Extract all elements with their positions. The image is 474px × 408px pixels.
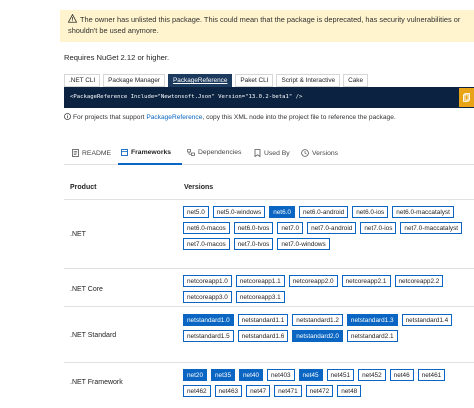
framework-chip[interactable]: netcoreapp2.1 <box>341 275 391 287</box>
framework-chip[interactable]: netstandard1.6 <box>237 330 289 342</box>
info-prefix: For projects that support <box>73 114 147 121</box>
warning-text: The owner has unlisted this package. Thi… <box>68 15 461 35</box>
table-row-divider <box>64 306 474 307</box>
tab-used-by[interactable]: Used By <box>254 149 290 157</box>
framework-chip[interactable]: netstandard1.4 <box>401 314 453 326</box>
versions-column-header: Versions <box>184 184 214 191</box>
dependencies-icon <box>187 149 195 156</box>
framework-chip[interactable]: netcoreapp1.0 <box>183 275 232 287</box>
package-reference-link[interactable]: PackageReference <box>146 114 202 121</box>
framework-chips-dotnet-standard: netstandard1.0 netstandard1.1 netstandard1… <box>183 314 473 342</box>
framework-chip[interactable]: net7.0-macos <box>183 238 230 250</box>
tab-script-interactive[interactable]: Script & Interactive <box>276 74 341 87</box>
framework-chips-dotnet: net5.0 net5.0-windows net6.0 net6.0-android… <box>183 206 473 250</box>
framework-chip[interactable]: net7.0 <box>277 222 304 234</box>
history-icon <box>301 149 309 157</box>
framework-chip[interactable]: netcoreapp2.0 <box>288 275 338 287</box>
copy-icon <box>463 93 470 102</box>
framework-chip[interactable]: net7.0-ios <box>360 222 397 234</box>
framework-chip[interactable]: net46 <box>389 369 414 381</box>
framework-chip[interactable]: net7.0-maccatalyst <box>400 222 463 234</box>
framework-chip[interactable]: netstandard1.1 <box>237 314 289 326</box>
framework-chip[interactable]: net5.0 <box>183 206 209 218</box>
framework-chip[interactable]: net463 <box>214 385 243 397</box>
framework-chip[interactable]: net7.0-windows <box>277 238 330 250</box>
framework-chip[interactable]: net403 <box>267 369 295 381</box>
tab-package-manager[interactable]: Package Manager <box>103 74 166 87</box>
framework-chips-dotnet-core: netcoreapp1.0 netcoreapp1.1 netcoreapp2.0 n… <box>183 275 473 303</box>
framework-chip[interactable]: net7.0-tvos <box>233 238 274 250</box>
tab-package-reference[interactable]: PackageReference <box>168 74 233 87</box>
framework-chip[interactable]: net6.0-tvos <box>233 222 274 234</box>
install-code-block[interactable]: <PackageReference Include="Newtonsoft.Js… <box>64 87 474 108</box>
framework-chip[interactable]: net6.0-android <box>298 206 349 218</box>
framework-chip[interactable]: netstandard1.2 <box>292 314 343 326</box>
install-tabs: .NET CLI Package Manager PackageReferenc… <box>64 74 369 87</box>
framework-chip[interactable]: net6.0-macos <box>183 222 230 234</box>
framework-chip[interactable]: net5.0-windows <box>212 206 266 218</box>
framework-chip[interactable]: netcoreapp3.0 <box>183 291 232 303</box>
framework-chip[interactable]: net471 <box>274 385 302 397</box>
document-icon <box>72 149 79 157</box>
tab-dotnet-cli[interactable]: .NET CLI <box>64 74 101 87</box>
framework-chip[interactable]: net6.0-maccatalyst <box>392 206 454 218</box>
framework-chip[interactable]: netcoreapp3.1 <box>235 291 285 303</box>
active-tab-indicator <box>118 163 182 165</box>
framework-chip[interactable]: net461 <box>417 369 446 381</box>
tab-versions[interactable]: Versions <box>301 149 338 157</box>
framework-chip[interactable]: netcoreapp1.1 <box>235 275 285 287</box>
tab-dependencies[interactable]: Dependencies <box>187 149 241 156</box>
framework-chip[interactable]: net40 <box>239 369 263 381</box>
framework-chip[interactable]: net6.0 <box>269 206 295 218</box>
package-detail-tabs: README Frameworks Dependencies Used By V… <box>64 143 474 165</box>
tab-dependencies-label: Dependencies <box>198 149 242 156</box>
framework-chip[interactable]: net462 <box>183 385 211 397</box>
framework-chip[interactable]: net452 <box>358 369 386 381</box>
copy-button[interactable] <box>459 88 474 107</box>
framework-chip[interactable]: net472 <box>305 385 334 397</box>
product-dotnet-framework: .NET Framework <box>70 379 123 386</box>
used-by-icon <box>254 149 261 157</box>
product-dotnet-core: .NET Core <box>70 286 103 293</box>
table-header-divider <box>64 199 474 200</box>
unlisted-warning-banner: The owner has unlisted this package. Thi… <box>60 10 474 42</box>
tab-versions-label: Versions <box>312 149 339 157</box>
table-row-divider <box>64 268 474 269</box>
framework-chip[interactable]: net20 <box>183 369 207 381</box>
requires-nuget-text: Requires NuGet 2.12 or higher. <box>64 53 170 62</box>
product-dotnet-standard: .NET Standard <box>70 332 117 339</box>
product-dotnet: .NET <box>70 231 86 238</box>
info-suffix: , copy this XML node into the project fi… <box>202 114 396 121</box>
framework-chip[interactable]: netstandard1.5 <box>183 330 234 342</box>
framework-chip[interactable]: netstandard2.0 <box>292 330 343 342</box>
table-row-divider <box>64 362 474 363</box>
tab-readme-label: README <box>82 149 112 157</box>
framework-chip[interactable]: netstandard2.1 <box>346 330 398 342</box>
tab-cake[interactable]: Cake <box>343 74 369 87</box>
product-column-header: Product <box>70 184 97 191</box>
frameworks-icon <box>121 149 128 156</box>
framework-chip[interactable]: netcoreapp2.2 <box>394 275 444 287</box>
info-icon <box>64 113 71 122</box>
tab-readme[interactable]: README <box>72 149 111 157</box>
framework-chip[interactable]: net48 <box>337 385 362 397</box>
package-reference-info: For projects that support PackageReferen… <box>64 113 396 122</box>
framework-chips-dotnet-framework: net20 net35 net40 net403 net45 net451 net452 ne… <box>183 369 473 397</box>
framework-chip[interactable]: net6.0-ios <box>352 206 389 218</box>
tab-frameworks-label: Frameworks <box>131 149 172 156</box>
framework-chip[interactable]: net45 <box>298 369 323 381</box>
warning-icon <box>67 13 78 23</box>
framework-chip[interactable]: netstandard1.0 <box>183 314 234 326</box>
framework-chip[interactable]: net451 <box>326 369 355 381</box>
framework-chip[interactable]: netstandard1.3 <box>346 314 398 326</box>
framework-chip[interactable]: net35 <box>211 369 235 381</box>
tab-frameworks[interactable]: Frameworks <box>121 149 171 156</box>
framework-chip[interactable]: net7.0-android <box>307 222 357 234</box>
tab-paket-cli[interactable]: Paket CLI <box>235 74 274 87</box>
tab-used-by-label: Used By <box>264 149 290 157</box>
framework-chip[interactable]: net47 <box>246 385 271 397</box>
